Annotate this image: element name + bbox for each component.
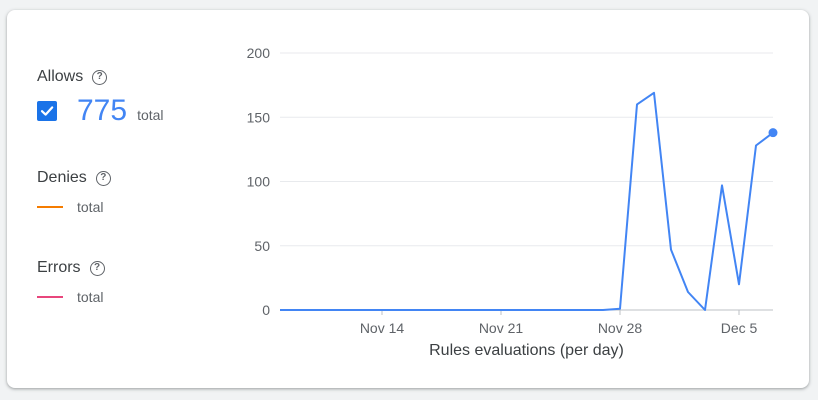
allows-total-value: 775 — [77, 94, 128, 127]
allows-metric: Allows ? 775 total — [37, 68, 164, 126]
rules-evaluations-chart: 0 50 100 150 200 Nov 14 Nov 21 Nov 28 Dec 5 Rules… — [247, 45, 778, 359]
x-axis-title: Rules evaluations (per day) — [429, 342, 624, 359]
errors-color-swatch — [37, 296, 63, 298]
errors-total-label: total — [77, 289, 104, 305]
help-icon[interactable]: ? — [92, 69, 108, 85]
x-tick-label: Dec 5 — [721, 320, 758, 336]
y-tick-label: 100 — [247, 174, 271, 190]
y-tick-label: 50 — [254, 238, 270, 254]
x-tick-label: Nov 21 — [479, 320, 524, 336]
allows-label: Allows — [37, 68, 84, 85]
help-icon[interactable]: ? — [95, 170, 111, 186]
x-tick-label: Nov 14 — [360, 320, 405, 336]
y-tick-label: 0 — [262, 302, 270, 318]
allows-series-line — [280, 91, 774, 311]
allows-checkbox[interactable] — [37, 101, 57, 121]
denies-label: Denies — [37, 169, 87, 186]
denies-color-swatch — [37, 206, 63, 208]
denies-total-label: total — [77, 199, 104, 215]
y-tick-label: 200 — [247, 45, 271, 61]
metrics-card: Allows ? 775 total Denies ? total Errors… — [7, 10, 809, 388]
allows-last-point — [768, 128, 778, 138]
check-icon — [40, 106, 54, 116]
errors-metric: Errors ? total — [37, 259, 105, 305]
y-tick-label: 150 — [247, 109, 271, 125]
allows-total-label: total — [137, 107, 164, 123]
x-tick-label: Nov 28 — [598, 320, 643, 336]
denies-metric: Denies ? total — [37, 169, 111, 215]
errors-label: Errors — [37, 259, 81, 276]
help-icon[interactable]: ? — [89, 260, 105, 276]
